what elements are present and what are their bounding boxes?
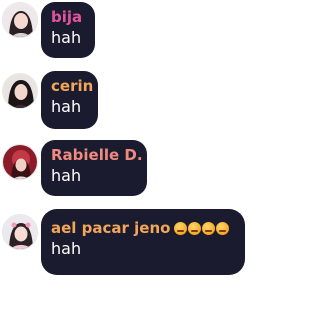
smiling-hearts-face-icon (202, 222, 216, 235)
avatar-cerin-icon (3, 74, 37, 108)
message-bubble[interactable]: cerin hah (41, 71, 98, 129)
message-text: hah (51, 166, 82, 185)
author-name[interactable]: Rabielle D. (51, 146, 143, 164)
message-bubble[interactable]: ael pacar jeno hah (41, 209, 245, 275)
user-avatar[interactable] (2, 73, 38, 109)
kissing-face-icon (174, 222, 188, 235)
message-text: hah (51, 239, 82, 258)
emoji-group (174, 222, 230, 235)
message-text: hah (51, 97, 82, 116)
avatar-bija-icon (3, 3, 37, 37)
kissing-face-icon (188, 222, 202, 235)
author-name[interactable]: ael pacar jeno (51, 219, 235, 237)
message-bubble[interactable]: Rabielle D. hah (41, 140, 147, 196)
avatar-rabielle-icon (3, 145, 37, 179)
message-text: hah (51, 28, 82, 47)
message-bubble[interactable]: bija hah (41, 2, 95, 58)
avatar-ael-icon (3, 215, 37, 249)
author-name[interactable]: cerin (51, 77, 93, 95)
user-avatar[interactable] (2, 144, 38, 180)
user-avatar[interactable] (2, 2, 38, 38)
author-name-text: ael pacar jeno (51, 219, 171, 237)
user-avatar[interactable] (2, 214, 38, 250)
smiling-hearts-face-icon (216, 222, 230, 235)
author-name[interactable]: bija (51, 8, 85, 26)
